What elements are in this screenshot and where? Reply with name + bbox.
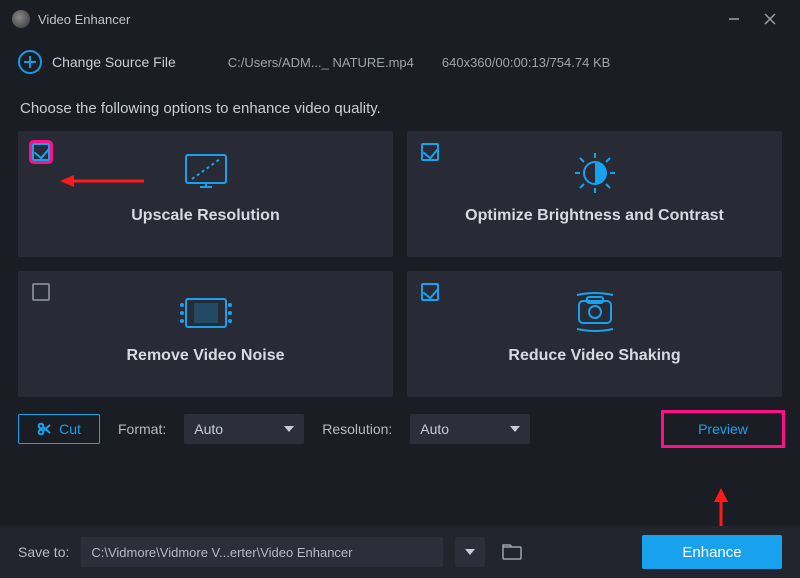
shaking-icon — [407, 285, 782, 341]
format-label: Format: — [118, 421, 166, 437]
option-remove-noise[interactable]: Remove Video Noise — [18, 271, 393, 397]
save-to-label: Save to: — [18, 544, 69, 560]
option-brightness-contrast[interactable]: Optimize Brightness and Contrast — [407, 131, 782, 257]
save-path-value: C:\Vidmore\Vidmore V...erter\Video Enhan… — [91, 545, 352, 560]
checkbox-noise[interactable] — [32, 283, 50, 301]
chevron-down-icon — [510, 426, 520, 432]
option-reduce-shaking[interactable]: Reduce Video Shaking — [407, 271, 782, 397]
cut-button[interactable]: Cut — [18, 414, 100, 444]
chevron-down-icon — [284, 426, 294, 432]
save-path-field[interactable]: C:\Vidmore\Vidmore V...erter\Video Enhan… — [81, 537, 443, 567]
source-meta: 640x360/00:00:13/754.74 KB — [442, 55, 610, 70]
resolution-select[interactable]: Auto — [410, 414, 530, 444]
resolution-value: Auto — [420, 421, 449, 437]
preview-button[interactable]: Preview — [664, 413, 782, 445]
option-label: Optimize Brightness and Contrast — [407, 207, 782, 225]
option-label: Upscale Resolution — [18, 207, 393, 225]
format-value: Auto — [194, 421, 223, 437]
open-folder-button[interactable] — [497, 537, 527, 567]
preview-label: Preview — [698, 421, 748, 437]
window-title: Video Enhancer — [38, 12, 130, 27]
controls-row: Cut Format: Auto Resolution: Auto Previe… — [0, 397, 800, 445]
instruction-text: Choose the following options to enhance … — [0, 82, 800, 131]
add-icon[interactable] — [18, 50, 42, 74]
close-button[interactable] — [752, 5, 788, 33]
annotation-arrow-2 — [711, 488, 731, 528]
format-select[interactable]: Auto — [184, 414, 304, 444]
save-path-dropdown[interactable] — [455, 537, 485, 567]
scissors-icon — [37, 422, 51, 436]
upscale-icon — [18, 145, 393, 201]
brightness-icon — [407, 145, 782, 201]
app-icon — [12, 10, 30, 28]
checkbox-shaking[interactable] — [421, 283, 439, 301]
enhance-button[interactable]: Enhance — [642, 535, 782, 569]
footer: Save to: C:\Vidmore\Vidmore V...erter\Vi… — [0, 526, 800, 578]
checkbox-upscale[interactable] — [32, 143, 50, 161]
option-upscale-resolution[interactable]: Upscale Resolution — [18, 131, 393, 257]
options-grid: Upscale Resolution Optimize Brightness a… — [0, 131, 800, 397]
checkbox-brightness[interactable] — [421, 143, 439, 161]
chevron-down-icon — [465, 549, 475, 555]
change-source-link[interactable]: Change Source File — [52, 54, 176, 70]
folder-icon — [502, 544, 522, 560]
option-label: Remove Video Noise — [18, 347, 393, 365]
noise-icon — [18, 285, 393, 341]
minimize-button[interactable] — [716, 5, 752, 33]
source-path: C:/Users/ADM..._ NATURE.mp4 — [228, 55, 414, 70]
resolution-label: Resolution: — [322, 421, 392, 437]
source-row: Change Source File C:/Users/ADM..._ NATU… — [0, 42, 800, 82]
enhance-label: Enhance — [682, 544, 741, 561]
titlebar: Video Enhancer — [0, 0, 800, 38]
cut-label: Cut — [59, 421, 81, 437]
option-label: Reduce Video Shaking — [407, 347, 782, 365]
